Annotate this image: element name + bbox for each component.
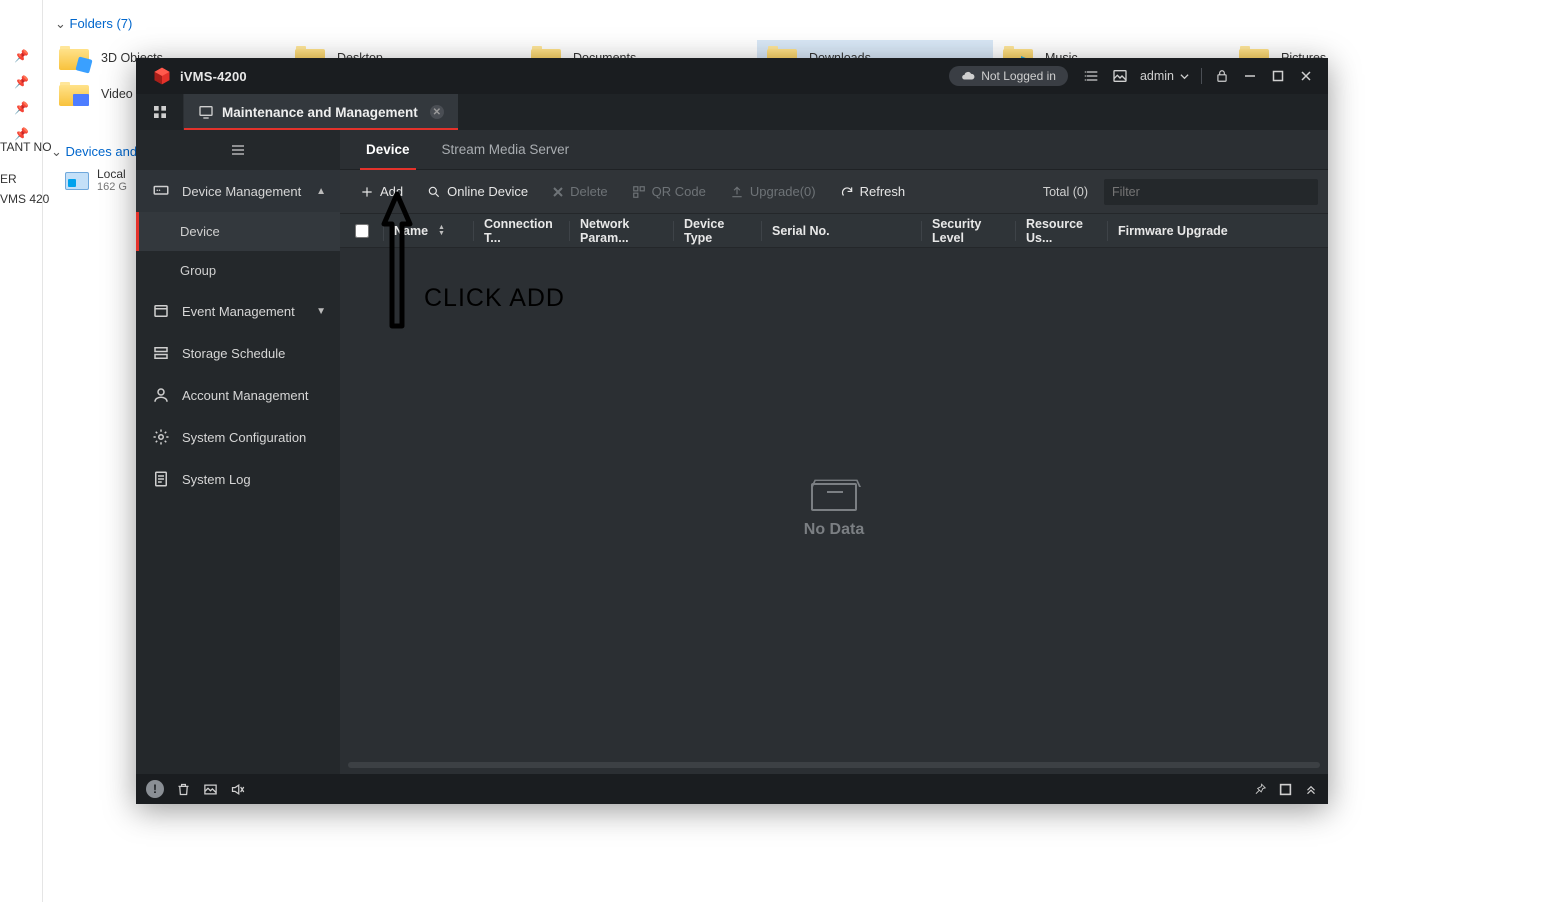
upgrade-button: Upgrade(0) (720, 178, 826, 205)
qr-code-button: QR Code (622, 178, 716, 205)
chevron-down-icon: ▼ (316, 306, 326, 317)
log-icon (152, 470, 170, 488)
col-resource[interactable]: Resource Us... (1016, 221, 1108, 241)
sidebar-group[interactable]: Group (136, 251, 340, 290)
horizontal-scrollbar[interactable] (348, 762, 1320, 768)
pin-icon: 📌 (12, 98, 32, 118)
upload-icon (730, 185, 744, 199)
home-apps-button[interactable] (136, 94, 184, 130)
pin-icon: 📌 (12, 72, 32, 92)
pin-icon: 📌 (12, 46, 32, 66)
mute-icon[interactable] (230, 782, 245, 797)
sidebar-account-management[interactable]: Account Management (136, 374, 340, 416)
filter-input-wrapper[interactable] (1104, 179, 1318, 205)
drive-icon (65, 172, 89, 190)
quick-access-rail: 📌 📌 📌 📌 TANT NO ER VMS 420 (0, 0, 43, 902)
select-all-checkbox[interactable] (355, 224, 369, 238)
expand-up-icon[interactable] (1304, 782, 1318, 796)
refresh-icon (840, 185, 854, 199)
restore-icon[interactable] (1279, 783, 1292, 796)
tab-device[interactable]: Device (350, 130, 426, 169)
filter-input[interactable] (1112, 185, 1310, 199)
pin-icon[interactable] (1253, 782, 1267, 796)
lock-icon[interactable] (1213, 67, 1231, 85)
col-connection[interactable]: Connection T... (474, 221, 570, 241)
tab-close-icon[interactable]: ✕ (430, 105, 444, 119)
status-bar: ! (136, 774, 1328, 804)
device-table-body: No Data (340, 248, 1328, 774)
login-status-pill[interactable]: Not Logged in (949, 66, 1068, 86)
sort-icon[interactable]: ▲▼ (438, 225, 445, 237)
person-icon (152, 386, 170, 404)
list-icon[interactable] (1083, 67, 1101, 85)
device-table-header: Name▲▼ Connection T... Network Param... … (340, 214, 1328, 248)
event-icon (152, 302, 170, 320)
trash-icon[interactable] (176, 782, 191, 797)
col-device-type[interactable]: Device Type (674, 221, 762, 241)
online-device-button[interactable]: Online Device (417, 178, 538, 205)
gear-icon (152, 428, 170, 446)
col-name[interactable]: Name (394, 224, 428, 238)
storage-icon (152, 344, 170, 362)
sidebar-device-management[interactable]: Device Management ▲ (136, 170, 340, 212)
plus-icon (360, 185, 374, 199)
col-network[interactable]: Network Param... (570, 221, 674, 241)
module-tabs: Maintenance and Management ✕ (136, 94, 1328, 130)
refresh-button[interactable]: Refresh (830, 178, 916, 205)
app-logo-icon (152, 66, 172, 86)
x-icon (552, 186, 564, 198)
minimize-icon[interactable] (1241, 67, 1259, 85)
col-firmware[interactable]: Firmware Upgrade (1108, 221, 1328, 241)
sidebar-toggle[interactable] (136, 130, 340, 170)
device-toolbar: Add Online Device Delete QR Code Upgrade… (340, 170, 1328, 214)
maximize-icon[interactable] (1269, 67, 1287, 85)
cloud-icon (961, 69, 975, 83)
add-button[interactable]: Add (350, 178, 413, 205)
sidebar-event-management[interactable]: Event Management ▼ (136, 290, 340, 332)
col-serial[interactable]: Serial No. (762, 221, 922, 241)
close-icon[interactable] (1297, 67, 1315, 85)
no-data-label: No Data (804, 521, 864, 539)
sidebar: Device Management ▲ Device Group Event M… (136, 130, 340, 774)
delete-button: Delete (542, 178, 618, 205)
folders-header[interactable]: Folders (7) (43, 12, 1544, 36)
picture-icon[interactable] (203, 782, 218, 797)
hamburger-icon (230, 142, 246, 158)
main-panel: Device Stream Media Server Add Online De… (340, 130, 1328, 774)
qr-icon (632, 185, 646, 199)
sidebar-system-log[interactable]: System Log (136, 458, 340, 500)
app-title: iVMS-4200 (180, 69, 247, 84)
sidebar-system-configuration[interactable]: System Configuration (136, 416, 340, 458)
device-icon (152, 182, 170, 200)
col-security[interactable]: Security Level (922, 221, 1016, 241)
apps-grid-icon (152, 104, 168, 120)
image-icon[interactable] (1111, 67, 1129, 85)
user-menu[interactable]: admin (1140, 69, 1189, 83)
empty-box-icon (811, 483, 857, 511)
chevron-down-icon (1180, 72, 1189, 81)
alert-icon[interactable]: ! (146, 780, 164, 798)
tab-maintenance[interactable]: Maintenance and Management ✕ (184, 94, 458, 130)
search-icon (427, 185, 441, 199)
total-count: Total (0) (1031, 185, 1100, 199)
title-bar: iVMS-4200 Not Logged in admin (136, 58, 1328, 94)
ivms-window: iVMS-4200 Not Logged in admin Maintenanc… (136, 58, 1328, 804)
main-tabs: Device Stream Media Server (340, 130, 1328, 170)
tab-stream-media-server[interactable]: Stream Media Server (426, 130, 586, 169)
chevron-up-icon: ▲ (316, 186, 326, 197)
monitor-icon (198, 104, 214, 120)
sidebar-storage-schedule[interactable]: Storage Schedule (136, 332, 340, 374)
sidebar-device[interactable]: Device (136, 212, 340, 251)
